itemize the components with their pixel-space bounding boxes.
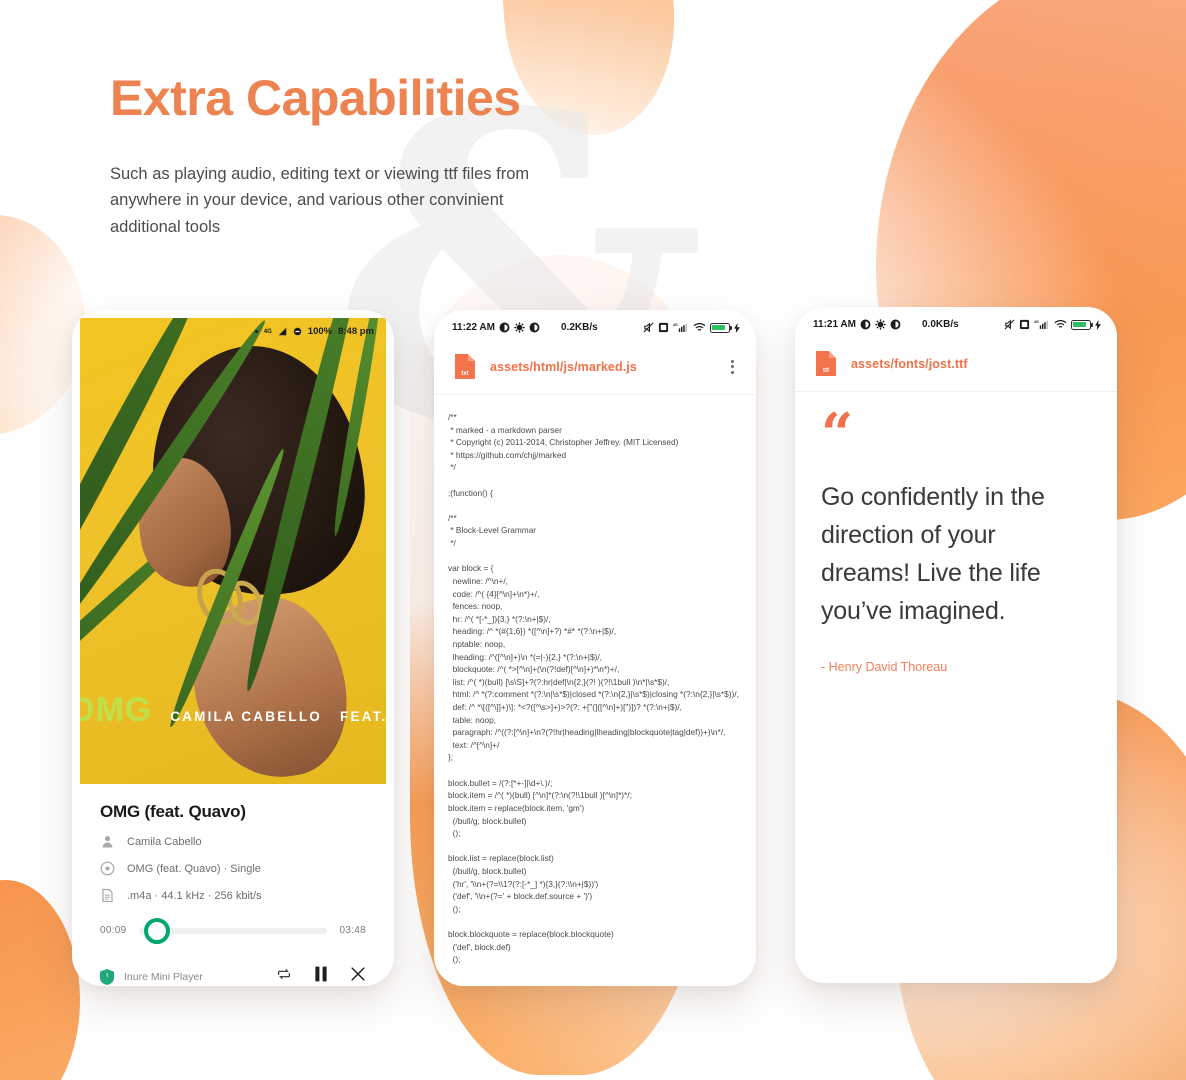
disc-icon: [100, 861, 115, 876]
cellular-signal-icon: 4G: [673, 322, 689, 333]
status-bar-music: 4G 100% 8:48 pm: [254, 326, 374, 337]
track-album: OMG (feat. Quavo) · Single: [127, 862, 261, 875]
battery-percent-label: 100%: [307, 326, 333, 337]
battery-icon: [1071, 319, 1094, 330]
clock-label: 11:21 AM: [813, 319, 856, 330]
album-artwork: 4G 100% 8:48 pm OMG CAMILA CABELLO FEAT.…: [80, 318, 386, 784]
headline-block: Extra Capabilities Such as playing audio…: [110, 72, 550, 241]
person-icon: [100, 834, 115, 849]
seek-thumb[interactable]: [143, 917, 170, 944]
track-artist-row: Camila Cabello: [100, 834, 366, 849]
svg-text:4G: 4G: [673, 323, 678, 327]
album-art-title: OMG: [80, 691, 153, 729]
network-speed-label: 0.2KB/s: [560, 322, 598, 333]
dnd-icon: [293, 327, 302, 336]
elapsed-time: 00:09: [100, 925, 127, 936]
page-subtitle: Such as playing audio, editing text or v…: [110, 164, 530, 236]
sim-icon: [1019, 319, 1030, 330]
player-brand-label: Inure Mini Player: [124, 970, 203, 983]
shield-icon: [100, 968, 114, 985]
file-path-label: assets/html/js/marked.js: [490, 359, 637, 374]
track-album-row: OMG (feat. Quavo) · Single: [100, 861, 366, 876]
pause-button[interactable]: [314, 966, 328, 986]
network-type-label: 4G: [263, 328, 272, 335]
phone-music-player: 4G 100% 8:48 pm OMG CAMILA CABELLO FEAT.…: [72, 310, 394, 986]
file-header-font: ttf assets/fonts/jost.ttf: [795, 336, 1117, 392]
charging-icon: [734, 322, 740, 333]
font-preview-body: “ Go confidently in the direction of you…: [795, 392, 1117, 983]
app-badge-icon-2: [890, 319, 901, 330]
file-header-editor: txt assets/html/js/marked.js: [434, 339, 756, 395]
text-file-icon: txt: [454, 353, 476, 380]
phone-font-viewer: 11:21 AM 0.0KB/s 4G ttf assets/fonts/jos…: [795, 307, 1117, 983]
app-badge-icon-2: [529, 322, 540, 333]
mini-player-bar: Inure Mini Player: [80, 952, 386, 986]
seek-bar-row[interactable]: 00:09 03:48: [80, 909, 386, 952]
status-bar-font: 11:21 AM 0.0KB/s 4G: [795, 307, 1117, 336]
gear-icon: [514, 322, 525, 333]
phone-text-editor: 11:22 AM 0.2KB/s 4G txt assets/html/js/m…: [434, 310, 756, 986]
signal-icon: [278, 327, 287, 336]
track-format-row: .m4a · 44.1 kHz · 256 kbit/s: [100, 888, 366, 903]
file-path-label: assets/fonts/jost.ttf: [851, 356, 968, 371]
track-details: OMG (feat. Quavo) Camila Cabello OMG (fe…: [80, 784, 386, 909]
app-badge-icon: [499, 322, 510, 333]
album-art-text: OMG CAMILA CABELLO FEAT. Q: [80, 691, 386, 730]
seek-slider[interactable]: [138, 917, 328, 944]
page-title: Extra Capabilities: [110, 70, 521, 126]
battery-icon: [710, 322, 733, 333]
gear-icon: [875, 319, 886, 330]
album-art-artist: CAMILA CABELLO: [170, 709, 323, 724]
quote-author: - Henry David Thoreau: [821, 659, 948, 674]
network-speed-label: 0.0KB/s: [921, 319, 959, 330]
wifi-icon: [693, 322, 706, 333]
charging-icon: [1095, 319, 1101, 330]
status-bar-editor: 11:22 AM 0.2KB/s 4G: [434, 310, 756, 339]
mute-icon: [643, 322, 654, 333]
clock-label: 8:48 pm: [338, 326, 374, 337]
repeat-button[interactable]: [276, 966, 292, 986]
svg-text:4G: 4G: [1034, 320, 1039, 324]
code-content[interactable]: /** * marked - a markdown parser * Copyr…: [434, 395, 756, 986]
sim-icon: [658, 322, 669, 333]
svg-text:txt: txt: [461, 371, 468, 377]
kebab-menu-icon[interactable]: [727, 356, 738, 378]
quote-text: Go confidently in the direction of your …: [821, 482, 1045, 625]
album-art-feat: FEAT. Q: [340, 709, 386, 724]
file-info-icon: [100, 888, 115, 903]
track-artist: Camila Cabello: [127, 835, 202, 848]
mute-icon: [1004, 319, 1015, 330]
app-badge-icon: [860, 319, 871, 330]
clock-label: 11:22 AM: [452, 322, 495, 333]
quote-mark-icon: “: [821, 401, 854, 467]
cellular-signal-icon: 4G: [1034, 319, 1050, 330]
wifi-icon: [1054, 319, 1067, 330]
svg-text:ttf: ttf: [823, 368, 830, 374]
track-title: OMG (feat. Quavo): [100, 802, 246, 821]
total-duration: 03:48: [339, 925, 366, 936]
track-format: .m4a · 44.1 kHz · 256 kbit/s: [127, 889, 262, 902]
font-file-icon: ttf: [815, 350, 837, 377]
close-button[interactable]: [350, 966, 366, 986]
